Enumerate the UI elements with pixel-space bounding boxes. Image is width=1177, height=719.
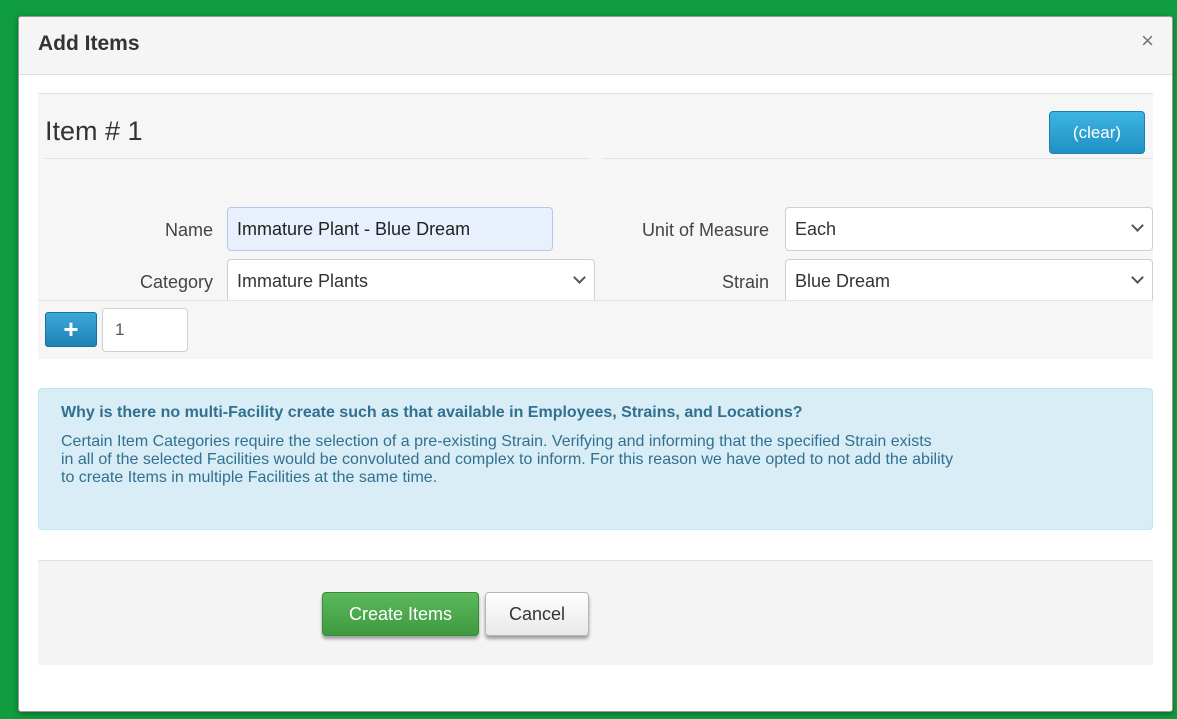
name-input-value: Immature Plant - Blue Dream bbox=[237, 218, 471, 239]
strain-select-value: Blue Dream bbox=[795, 270, 891, 291]
item-count-input[interactable]: 1 bbox=[102, 308, 188, 352]
chevron-down-icon bbox=[573, 271, 586, 284]
add-item-button[interactable]: + bbox=[45, 312, 97, 347]
strain-label: Strain bbox=[721, 272, 769, 292]
info-body-line: Certain Item Categories require the sele… bbox=[61, 433, 932, 450]
add-items-row: + 1 bbox=[38, 300, 1153, 359]
close-icon[interactable]: × bbox=[1141, 29, 1154, 53]
modal-footer: Create Items Cancel bbox=[38, 560, 1153, 665]
chevron-down-icon bbox=[1131, 219, 1144, 232]
add-items-modal: Add Items × Item # 1 (clear) Name Immatu… bbox=[18, 16, 1173, 712]
item-panel: Item # 1 (clear) Name Immature Plant - B… bbox=[38, 93, 1153, 359]
name-input[interactable]: Immature Plant - Blue Dream bbox=[227, 207, 553, 251]
create-items-button[interactable]: Create Items bbox=[322, 592, 479, 636]
uom-label: Unit of Measure bbox=[641, 220, 769, 240]
category-select[interactable]: Immature Plants bbox=[227, 259, 595, 303]
plus-icon: + bbox=[63, 314, 79, 344]
uom-select-value: Each bbox=[795, 218, 837, 239]
info-title: Why is there no multi-Facility create su… bbox=[61, 404, 803, 421]
category-label: Category bbox=[139, 272, 213, 292]
category-select-value: Immature Plants bbox=[237, 270, 369, 291]
clear-button[interactable]: (clear) bbox=[1049, 111, 1145, 154]
divider-left bbox=[45, 158, 589, 159]
modal-header: Add Items × bbox=[19, 17, 1172, 75]
info-body-line: to create Items in multiple Facilities a… bbox=[61, 469, 438, 486]
item-heading: Item # 1 bbox=[45, 116, 143, 146]
cancel-button[interactable]: Cancel bbox=[485, 592, 589, 636]
info-body-line: in all of the selected Facilities would … bbox=[61, 451, 954, 468]
modal-title: Add Items bbox=[38, 32, 140, 55]
uom-select[interactable]: Each bbox=[785, 207, 1153, 251]
chevron-down-icon bbox=[1131, 271, 1144, 284]
item-count-value: 1 bbox=[115, 320, 125, 339]
name-label: Name bbox=[164, 220, 213, 240]
strain-select[interactable]: Blue Dream bbox=[785, 259, 1153, 303]
info-alert: Why is there no multi-Facility create su… bbox=[38, 388, 1153, 530]
info-body: Certain Item Categories require the sele… bbox=[61, 433, 1131, 487]
divider-right bbox=[603, 158, 1153, 159]
